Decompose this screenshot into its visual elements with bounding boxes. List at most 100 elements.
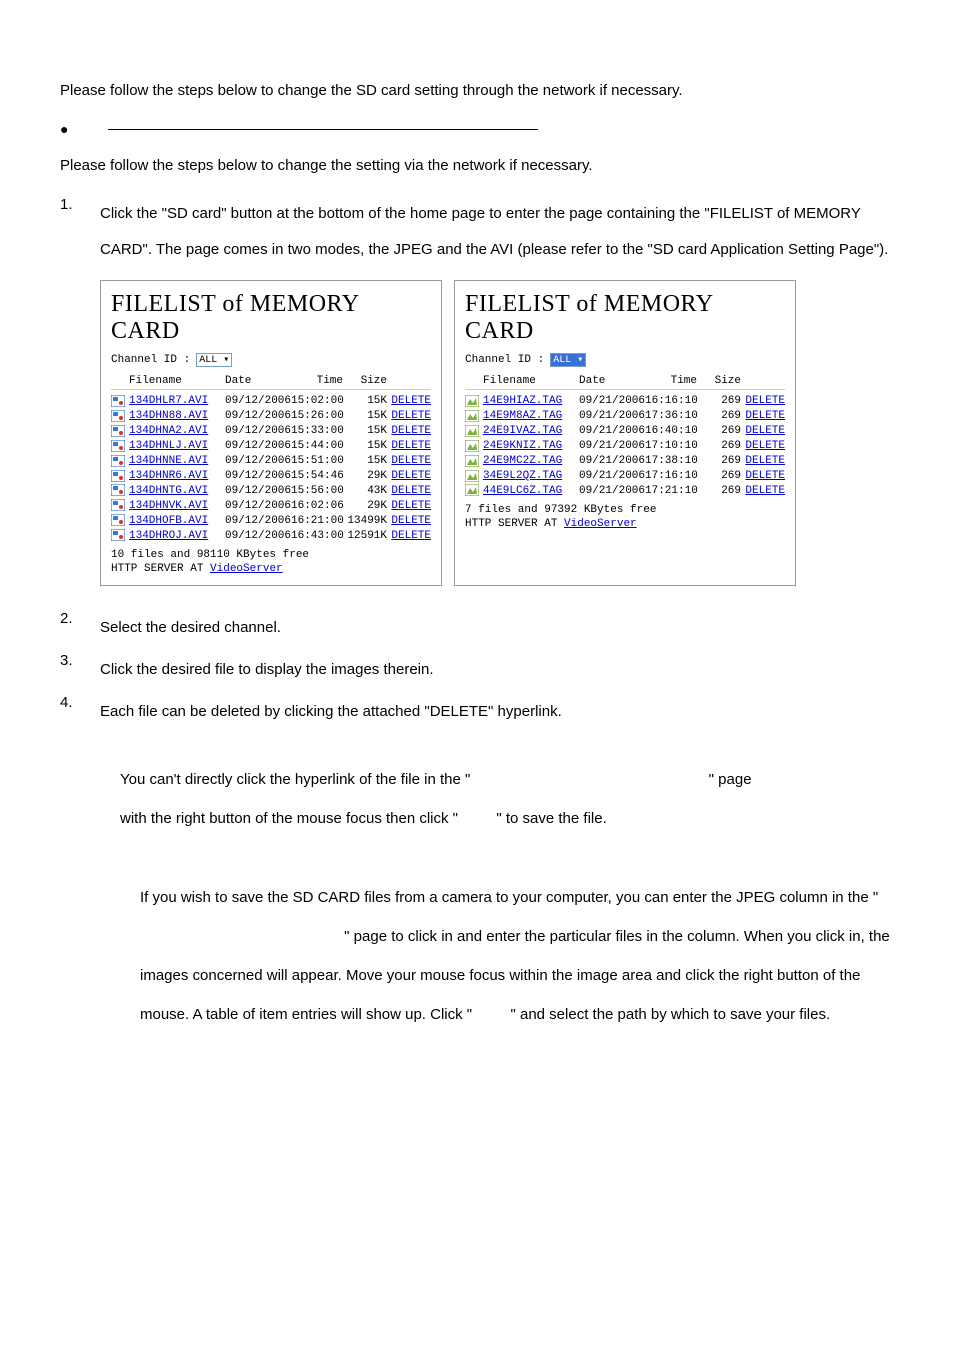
channel-select[interactable]: ALL ▾ bbox=[550, 353, 586, 367]
avi-file-icon bbox=[111, 410, 125, 422]
file-link[interactable]: 134DHOFB.AVI bbox=[129, 515, 208, 527]
file-link[interactable]: 134DHN88.AVI bbox=[129, 410, 208, 422]
avi-file-icon bbox=[111, 455, 125, 467]
hdr-time: Time bbox=[291, 375, 343, 387]
hdr-size: Size bbox=[697, 375, 741, 387]
step-number: 2. bbox=[60, 610, 100, 646]
file-link[interactable]: 34E9L2QZ.TAG bbox=[483, 470, 562, 482]
file-link[interactable]: 134DHROJ.AVI bbox=[129, 530, 208, 542]
tag-file-icon bbox=[465, 425, 479, 437]
file-size: 269 bbox=[697, 485, 741, 497]
tag-file-icon bbox=[465, 395, 479, 407]
delete-link[interactable]: DELETE bbox=[745, 425, 785, 437]
delete-link[interactable]: DELETE bbox=[391, 410, 431, 422]
table-row: 134DHNVK.AVI09/12/200616:02:0629KDELETE bbox=[111, 498, 431, 513]
file-link[interactable]: 134DHNVK.AVI bbox=[129, 500, 208, 512]
file-time: 17:21:10 bbox=[645, 485, 697, 497]
chevron-down-icon: ▾ bbox=[223, 355, 229, 366]
table-header: Filename Date Time Size bbox=[111, 373, 431, 390]
delete-link[interactable]: DELETE bbox=[391, 485, 431, 497]
file-link[interactable]: 134DHNTG.AVI bbox=[129, 485, 208, 497]
file-time: 16:02:06 bbox=[291, 500, 343, 512]
table-row: 14E9HIAZ.TAG09/21/200616:16:10269DELETE bbox=[465, 394, 785, 409]
file-link[interactable]: 14E9M8AZ.TAG bbox=[483, 410, 562, 422]
file-time: 17:38:10 bbox=[645, 455, 697, 467]
file-time: 16:40:10 bbox=[645, 425, 697, 437]
file-link[interactable]: 24E9KNIZ.TAG bbox=[483, 440, 562, 452]
delete-link[interactable]: DELETE bbox=[391, 395, 431, 407]
file-link[interactable]: 134DHNA2.AVI bbox=[129, 425, 208, 437]
file-time: 15:54:46 bbox=[291, 470, 343, 482]
table-header: Filename Date Time Size bbox=[465, 373, 785, 390]
file-size: 15K bbox=[343, 440, 387, 452]
note-block-2: If you wish to save the SD CARD files fr… bbox=[140, 878, 894, 1034]
file-size: 269 bbox=[697, 440, 741, 452]
delete-link[interactable]: DELETE bbox=[745, 395, 785, 407]
step-text: Select the desired channel. bbox=[100, 610, 894, 646]
step-4: 4. Each file can be deleted by clicking … bbox=[60, 694, 894, 730]
file-time: 17:16:10 bbox=[645, 470, 697, 482]
file-link[interactable]: 24E9IVAZ.TAG bbox=[483, 425, 562, 437]
file-date: 09/12/2006 bbox=[225, 515, 291, 527]
intro-1: Please follow the steps below to change … bbox=[60, 80, 894, 101]
table-row: 134DHNNE.AVI09/12/200615:51:0015KDELETE bbox=[111, 454, 431, 469]
avi-file-icon bbox=[111, 470, 125, 482]
table-row: 34E9L2QZ.TAG09/21/200617:16:10269DELETE bbox=[465, 469, 785, 484]
file-size: 12591K bbox=[343, 530, 387, 542]
file-link[interactable]: 24E9MC2Z.TAG bbox=[483, 455, 562, 467]
hdr-date: Date bbox=[225, 375, 291, 387]
delete-link[interactable]: DELETE bbox=[745, 470, 785, 482]
delete-link[interactable]: DELETE bbox=[745, 455, 785, 467]
avi-file-icon bbox=[111, 395, 125, 407]
channel-select[interactable]: ALL ▾ bbox=[196, 353, 232, 367]
table-row: 134DHNR6.AVI09/12/200615:54:4629KDELETE bbox=[111, 469, 431, 484]
file-date: 09/21/2006 bbox=[579, 485, 645, 497]
delete-link[interactable]: DELETE bbox=[391, 530, 431, 542]
delete-link[interactable]: DELETE bbox=[745, 440, 785, 452]
step-number: 3. bbox=[60, 652, 100, 688]
file-link[interactable]: 14E9HIAZ.TAG bbox=[483, 395, 562, 407]
footer-summary: 10 files and 98110 KBytes free bbox=[111, 549, 431, 561]
file-link[interactable]: 44E9LC6Z.TAG bbox=[483, 485, 562, 497]
note-block-1: You can't directly click the hyperlink o… bbox=[120, 760, 894, 838]
file-link[interactable]: 134DHNR6.AVI bbox=[129, 470, 208, 482]
file-link[interactable]: 134DHLR7.AVI bbox=[129, 395, 208, 407]
step-number: 4. bbox=[60, 694, 100, 730]
table-row: 134DHN88.AVI09/12/200615:26:0015KDELETE bbox=[111, 409, 431, 424]
table-row: 134DHNLJ.AVI09/12/200615:44:0015KDELETE bbox=[111, 439, 431, 454]
delete-link[interactable]: DELETE bbox=[745, 485, 785, 497]
delete-link[interactable]: DELETE bbox=[391, 440, 431, 452]
file-time: 17:10:10 bbox=[645, 440, 697, 452]
bullet-icon: ● bbox=[60, 121, 68, 137]
table-row: 134DHLR7.AVI09/12/200615:02:0015KDELETE bbox=[111, 394, 431, 409]
table-row: 134DHOFB.AVI09/12/200616:21:0013499KDELE… bbox=[111, 513, 431, 528]
file-date: 09/12/2006 bbox=[225, 500, 291, 512]
delete-link[interactable]: DELETE bbox=[745, 410, 785, 422]
file-link[interactable]: 134DHNNE.AVI bbox=[129, 455, 208, 467]
file-date: 09/12/2006 bbox=[225, 425, 291, 437]
step-2: 2. Select the desired channel. bbox=[60, 610, 894, 646]
avi-file-icon bbox=[111, 484, 125, 496]
file-size: 269 bbox=[697, 455, 741, 467]
file-date: 09/12/2006 bbox=[225, 440, 291, 452]
file-time: 16:21:00 bbox=[291, 515, 343, 527]
file-size: 15K bbox=[343, 425, 387, 437]
hdr-time: Time bbox=[645, 375, 697, 387]
delete-link[interactable]: DELETE bbox=[391, 455, 431, 467]
delete-link[interactable]: DELETE bbox=[391, 515, 431, 527]
videoserver-link[interactable]: VideoServer bbox=[210, 563, 283, 575]
file-time: 15:26:00 bbox=[291, 410, 343, 422]
card-title: FILELIST of MEMORY CARD bbox=[111, 291, 431, 345]
file-date: 09/12/2006 bbox=[225, 395, 291, 407]
videoserver-link[interactable]: VideoServer bbox=[564, 518, 637, 530]
file-time: 16:16:10 bbox=[645, 395, 697, 407]
delete-link[interactable]: DELETE bbox=[391, 470, 431, 482]
file-link[interactable]: 134DHNLJ.AVI bbox=[129, 440, 208, 452]
file-date: 09/21/2006 bbox=[579, 440, 645, 452]
delete-link[interactable]: DELETE bbox=[391, 425, 431, 437]
filelist-card-tag: FILELIST of MEMORY CARD Channel ID : ALL… bbox=[454, 280, 796, 586]
channel-row: Channel ID : ALL ▾ bbox=[111, 353, 431, 367]
delete-link[interactable]: DELETE bbox=[391, 500, 431, 512]
bullet-row: ● bbox=[60, 121, 894, 137]
table-row: 44E9LC6Z.TAG 09/21/200617:21:10269 DELETE bbox=[465, 483, 785, 498]
